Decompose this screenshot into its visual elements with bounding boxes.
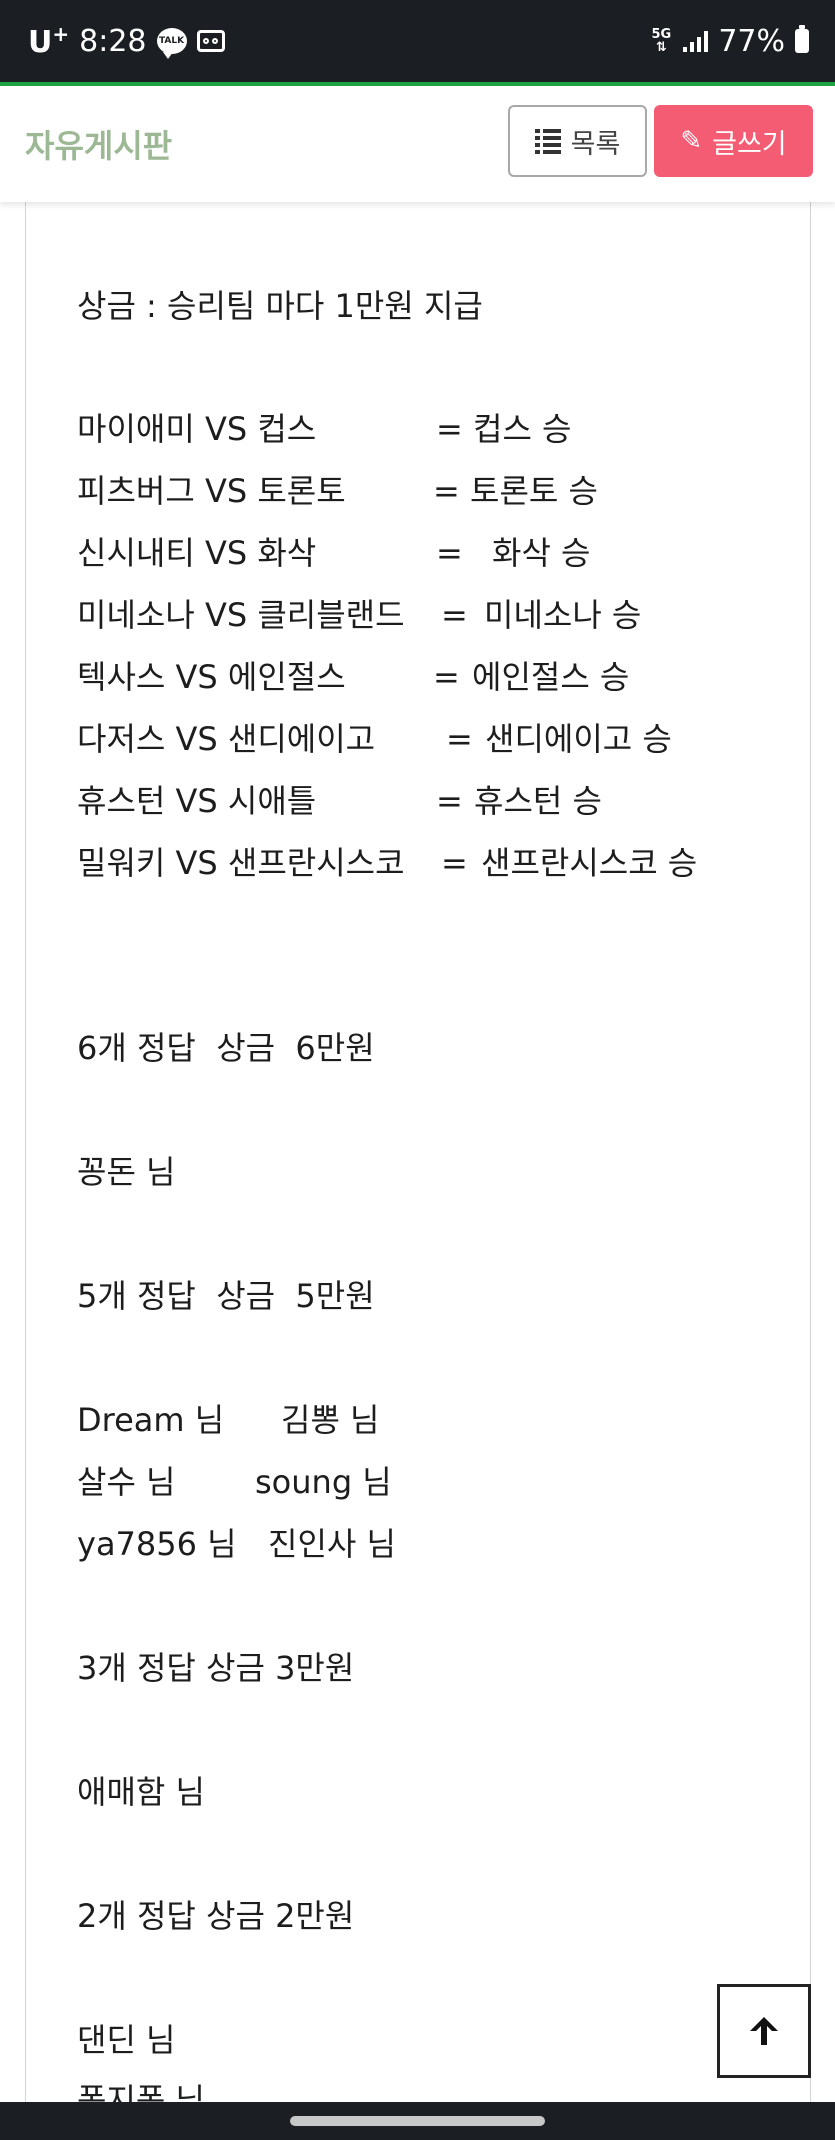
write-button[interactable]: ✎ 글쓰기 (654, 105, 813, 177)
clock: 8:28 (79, 23, 147, 59)
kakaotalk-icon: TALK (156, 28, 187, 59)
pencil-icon: ✎ (680, 126, 703, 156)
write-button-label: 글쓰기 (712, 128, 787, 160)
prize-line: 상금 : 승리팀 마다 1만원 지급 (77, 287, 483, 325)
carrier-label: U+ (28, 22, 70, 60)
tier5-heading: 5개 정답 상금 5만원 (77, 1277, 375, 1315)
winner-row: Dream 님 김뽕 님 (77, 1401, 380, 1439)
status-left: U+ 8:28 TALK (28, 0, 225, 82)
tier6-heading: 6개 정답 상금 6만원 (77, 1029, 375, 1067)
tier6-winners: 꽁돈 님 (77, 1153, 176, 1191)
winner-row: 살수 님 soung 님 (77, 1463, 392, 1501)
status-right: 5G ⇅ 77% (649, 0, 809, 82)
winner-row: ya7856 님 진인사 님 (77, 1525, 396, 1563)
voicemail-icon (196, 30, 225, 52)
match-row: 마이애미 VS 컵스 = 컵스 승 (77, 410, 572, 448)
signal-icon (683, 30, 709, 52)
battery-percent: 77% (718, 23, 785, 59)
tier2-heading: 2개 정답 상금 2만원 (77, 1897, 355, 1935)
5g-icon: 5G ⇅ (651, 27, 672, 55)
home-gesture-handle[interactable] (290, 2116, 545, 2126)
match-row: 휴스턴 VS 시애틀 = 휴스턴 승 (77, 782, 602, 820)
list-button-label: 목록 (570, 128, 621, 160)
system-nav-bar (0, 2102, 835, 2140)
tier2-winner: 댄딘 님 (77, 2021, 176, 2059)
tier3-heading: 3개 정답 상금 3만원 (77, 1649, 355, 1687)
scroll-top-button[interactable] (717, 1984, 811, 2078)
list-icon (534, 128, 561, 154)
match-row: 미네소나 VS 클리블랜드 = 미네소나 승 (77, 596, 642, 634)
board-header: 자유게시판 목록 ✎ 글쓰기 (0, 86, 835, 202)
match-row: 피츠버그 VS 토론토 = 토론토 승 (77, 472, 598, 510)
match-row: 신시내티 VS 화삭 = 화삭 승 (77, 534, 591, 572)
arrow-up-icon (750, 2017, 778, 2045)
post-content: 상금 : 승리팀 마다 1만원 지급 마이애미 VS 컵스 = 컵스 승 피츠버그 … (25, 202, 811, 2119)
tier3-winners: 애매함 님 (77, 1773, 205, 1811)
match-row: 텍사스 VS 에인절스 = 에인절스 승 (77, 658, 630, 696)
list-button[interactable]: 목록 (508, 105, 647, 177)
battery-icon (795, 25, 809, 53)
match-row: 밀워키 VS 샌프란시스코 = 샌프란시스코 승 (77, 844, 698, 882)
match-row: 다저스 VS 샌디에이고 = 샌디에이고 승 (77, 720, 672, 758)
status-bar: U+ 8:28 TALK 5G ⇅ 77% (0, 0, 835, 82)
board-title[interactable]: 자유게시판 (25, 86, 172, 202)
